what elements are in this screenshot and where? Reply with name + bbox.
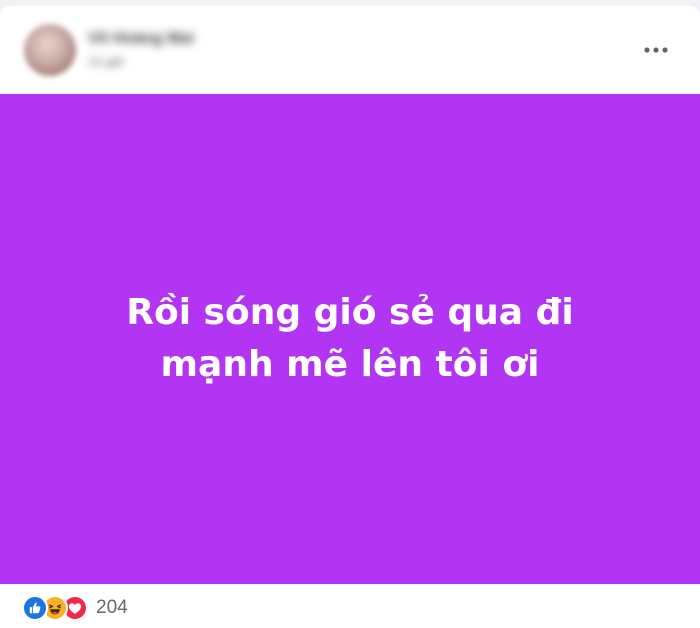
reactions-summary[interactable]: 204 xyxy=(22,595,128,621)
more-options-button[interactable] xyxy=(638,36,674,64)
post-header: Võ Hoàng Mai 13 giờ xyxy=(0,6,700,94)
reaction-count[interactable]: 204 xyxy=(96,597,128,619)
post-card: Võ Hoàng Mai 13 giờ Rồi sóng gió sẻ qua … xyxy=(0,6,700,628)
more-horizontal-icon xyxy=(644,47,668,53)
avatar[interactable] xyxy=(24,24,76,76)
like-icon xyxy=(22,595,48,621)
post-time[interactable]: 13 giờ xyxy=(88,54,125,69)
author-name[interactable]: Võ Hoàng Mai xyxy=(88,30,194,48)
post-background: Rồi sóng gió sẻ qua đi mạnh mẽ lên tôi ơ… xyxy=(0,94,700,584)
post-text: Rồi sóng gió sẻ qua đi mạnh mẽ lên tôi ơ… xyxy=(126,292,574,385)
post-footer: 204 xyxy=(0,584,700,628)
